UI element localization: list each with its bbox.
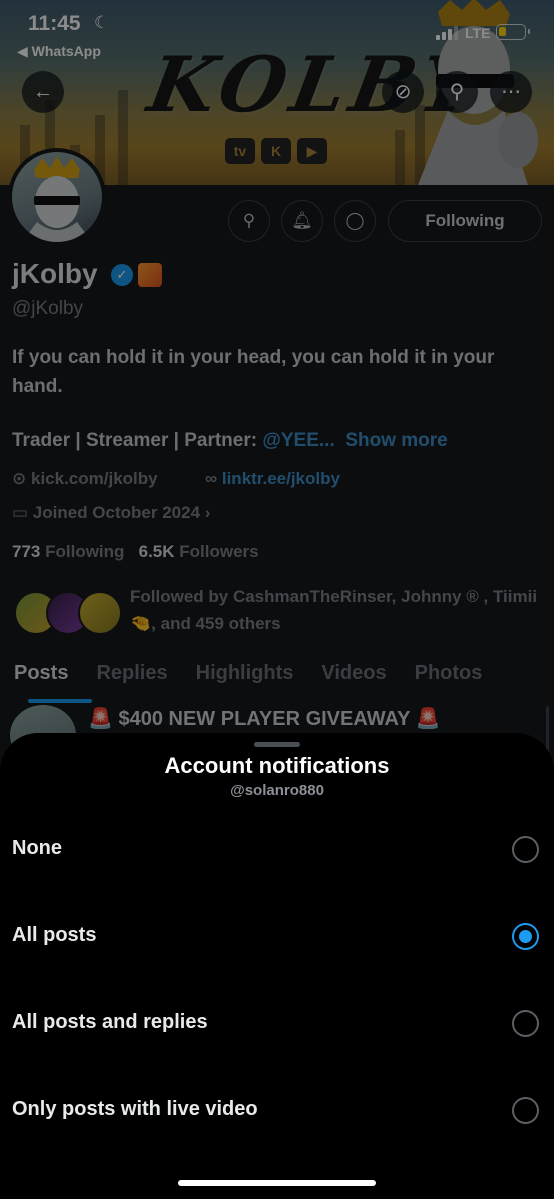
sheet-grabber[interactable] xyxy=(254,742,300,747)
option-none-radio[interactable] xyxy=(512,836,539,863)
option-live-video-label[interactable]: Only posts with live video xyxy=(12,1098,258,1121)
sheet-subtitle: @solanro880 xyxy=(230,782,324,799)
home-indicator[interactable] xyxy=(178,1180,376,1186)
sheet-title: Account notifications xyxy=(164,753,390,778)
option-posts-and-replies-label[interactable]: All posts and replies xyxy=(12,1011,208,1034)
option-live-video-radio[interactable] xyxy=(512,1097,539,1124)
option-posts-and-replies-radio[interactable] xyxy=(512,1010,539,1037)
option-all-posts-label[interactable]: All posts xyxy=(12,924,96,947)
notifications-sheet xyxy=(0,733,554,1199)
option-none-label[interactable]: None xyxy=(12,837,62,860)
option-all-posts-radio[interactable] xyxy=(512,923,539,950)
